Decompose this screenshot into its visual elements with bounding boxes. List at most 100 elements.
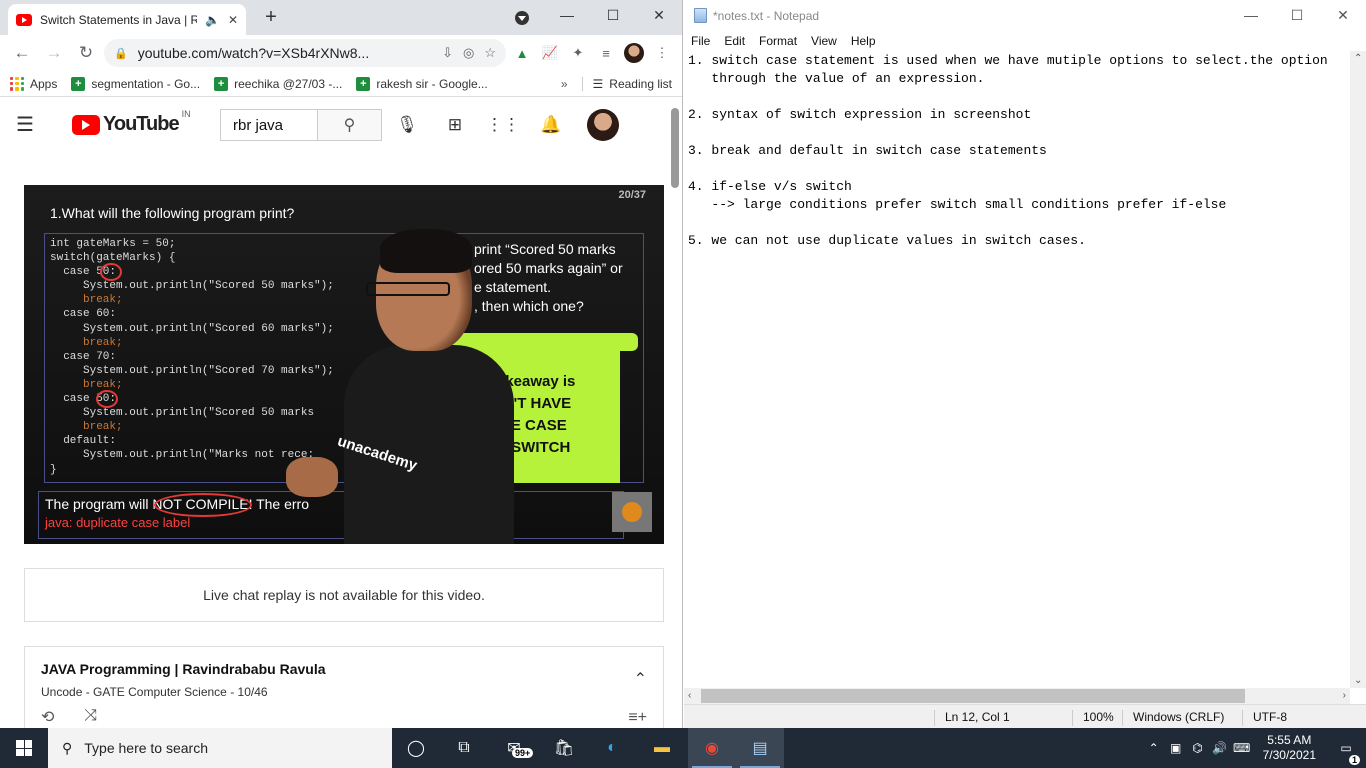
menu-file[interactable]: File	[691, 34, 710, 48]
notepad-statusbar: Ln 12, Col 1 100% Windows (CRLF) UTF-8	[684, 704, 1366, 728]
install-icon[interactable]: ⇩	[442, 45, 453, 61]
collapse-chevron-icon[interactable]: ⌃	[634, 669, 647, 689]
scroll-down-icon[interactable]: ⌄	[1354, 675, 1362, 686]
language-icon[interactable]: ⌨	[1231, 741, 1253, 755]
bookmark-rakesh[interactable]: + rakesh sir - Google...	[356, 76, 488, 91]
reading-list[interactable]: ☰ Reading list	[581, 76, 672, 91]
video-player[interactable]: 20/37 1.What will the following program …	[24, 185, 664, 544]
channel-watermark-icon[interactable]	[612, 492, 652, 532]
task-view-icon[interactable]: ⧉	[450, 734, 478, 762]
scroll-left-icon[interactable]: ‹	[688, 690, 691, 701]
notification-center-icon[interactable]: ▭ 1	[1326, 741, 1366, 765]
youtube-search-input[interactable]: rbr java	[220, 109, 318, 141]
clock[interactable]: 5:55 AM 7/30/2021	[1253, 733, 1326, 763]
menu-help[interactable]: Help	[851, 34, 876, 48]
volume-icon[interactable]: 🔊	[1209, 741, 1231, 755]
youtube-search: rbr java ⚲	[220, 109, 382, 141]
windows-logo-icon	[16, 740, 32, 756]
horizontal-scrollbar[interactable]: ‹ ›	[684, 688, 1350, 704]
status-position: Ln 12, Col 1	[934, 710, 1010, 726]
create-video-icon[interactable]: ⊞	[443, 113, 467, 137]
bookmark-label: rakesh sir - Google...	[376, 76, 488, 91]
bookmark-label: Apps	[30, 76, 58, 91]
address-bar[interactable]: 🔒 youtube.com/watch?v=XSb4rXNw8... ⇩ ◎ ☆	[104, 39, 506, 67]
maximize-icon[interactable]: ☐	[590, 0, 636, 30]
menu-format[interactable]: Format	[759, 34, 797, 48]
youtube-logo[interactable]: YouTube IN	[72, 109, 191, 136]
profile-avatar[interactable]	[622, 41, 646, 65]
reload-icon[interactable]: ↻	[72, 39, 100, 67]
file-explorer-icon[interactable]: ▬	[648, 734, 676, 762]
close-window-icon[interactable]: ✕	[1320, 0, 1366, 30]
google-drive-icon[interactable]: ▲	[510, 41, 534, 65]
notepad-taskbar-app[interactable]: ▤	[736, 728, 784, 768]
maximize-icon[interactable]: ☐	[1274, 0, 1320, 30]
reading-list-icon: ☰	[592, 76, 604, 91]
cortana-icon[interactable]: ◯	[402, 734, 430, 762]
youtube-avatar[interactable]	[587, 109, 619, 141]
forward-icon[interactable]: →	[40, 39, 68, 67]
bookmark-segmentation[interactable]: + segmentation - Go...	[71, 76, 201, 91]
store-icon[interactable]: 🛍	[550, 734, 578, 762]
minimize-icon[interactable]: —	[544, 0, 590, 30]
live-chat-text: Live chat replay is not available for th…	[203, 587, 485, 603]
scroll-up-icon[interactable]: ⌃	[1354, 53, 1362, 64]
bookmark-apps[interactable]: Apps	[10, 76, 58, 91]
search-icon[interactable]: ⚲	[318, 109, 382, 141]
media-control-icon[interactable]: ≡	[594, 41, 618, 65]
extensions-puzzle-icon[interactable]: ✦	[566, 41, 590, 65]
taskbar-search[interactable]: ⚲ Type here to search	[48, 728, 392, 768]
new-tab-icon[interactable]: +	[260, 6, 282, 29]
page-scrollbar[interactable]	[671, 108, 679, 188]
bookmark-star-icon[interactable]: ☆	[484, 45, 496, 61]
bookmark-reechika[interactable]: + reechika @27/03 -...	[214, 76, 342, 91]
playlist-menu-icon[interactable]: ≡+	[628, 709, 647, 727]
notepad-window-controls: — ☐ ✕	[1228, 0, 1366, 30]
playlist-title[interactable]: JAVA Programming | Ravindrababu Ravula	[41, 661, 647, 677]
eye-off-icon[interactable]: ◎	[463, 45, 474, 61]
bookmark-label: segmentation - Go...	[91, 76, 201, 91]
tab-strip: Switch Statements in Java | R 🔈 ✕ + — ☐ …	[0, 0, 682, 35]
hamburger-menu-icon[interactable]: ☰	[16, 112, 56, 137]
code-line: switch(gateMarks) {	[50, 252, 176, 265]
start-button[interactable]	[0, 728, 48, 768]
browser-tab[interactable]: Switch Statements in Java | R 🔈 ✕	[8, 4, 246, 35]
close-tab-icon[interactable]: ✕	[228, 13, 238, 27]
playlist-subtitle[interactable]: Uncode - GATE Computer Science - 10/46	[41, 685, 647, 699]
back-icon[interactable]: ←	[8, 39, 36, 67]
chrome-menu-icon[interactable]: ⋮	[650, 41, 674, 65]
loop-icon[interactable]: ⟲	[41, 707, 54, 727]
tab-search-icon[interactable]	[515, 11, 529, 25]
scroll-right-icon[interactable]: ›	[1343, 690, 1346, 701]
code-line: break;	[50, 378, 123, 391]
more-bookmarks-chevron-icon[interactable]: »	[561, 77, 568, 91]
shuffle-icon[interactable]: ⤨	[84, 707, 97, 727]
lock-icon[interactable]: 🔒	[114, 47, 128, 60]
microphone-icon[interactable]: 🎙	[395, 113, 419, 137]
notepad-app-icon: ▤	[752, 740, 768, 757]
vertical-scrollbar[interactable]: ⌃ ⌄	[1350, 51, 1366, 688]
show-hidden-icons-icon[interactable]: ⌃	[1143, 741, 1165, 755]
slide-question-text: print “Scored 50 marks ored 50 marks aga…	[474, 241, 623, 314]
chart-extension-icon[interactable]: 📈	[538, 41, 562, 65]
youtube-header: ☰ YouTube IN rbr java ⚲ 🎙 ⊞ ⋮⋮ 🔔	[0, 97, 682, 152]
meet-now-icon[interactable]: ▣	[1165, 741, 1187, 755]
network-icon[interactable]: ⌬	[1187, 741, 1209, 755]
apps-grid-icon[interactable]: ⋮⋮	[486, 113, 520, 137]
notifications-bell-icon[interactable]: 🔔	[539, 113, 563, 137]
system-tray: ⌃ ▣ ⌬ 🔊 ⌨ 5:55 AM 7/30/2021 ▭ 1	[1143, 728, 1366, 768]
edge-icon[interactable]: ◐	[598, 734, 626, 762]
youtube-wordmark: YouTube	[103, 113, 180, 135]
presenter-hand	[286, 457, 338, 497]
youtube-play-icon	[72, 114, 100, 135]
chrome-taskbar-app[interactable]: ◉	[688, 728, 736, 768]
speaker-icon[interactable]: 🔈	[205, 13, 220, 27]
desktop-screen: Switch Statements in Java | R 🔈 ✕ + — ☐ …	[0, 0, 1366, 768]
notepad-text-area[interactable]: 1. switch case statement is used when we…	[684, 51, 1350, 688]
close-window-icon[interactable]: ✕	[636, 0, 682, 30]
status-zoom: 100%	[1072, 710, 1114, 726]
minimize-icon[interactable]: —	[1228, 0, 1274, 30]
menu-view[interactable]: View	[811, 34, 837, 48]
horizontal-scroll-thumb[interactable]	[701, 689, 1245, 703]
menu-edit[interactable]: Edit	[724, 34, 745, 48]
